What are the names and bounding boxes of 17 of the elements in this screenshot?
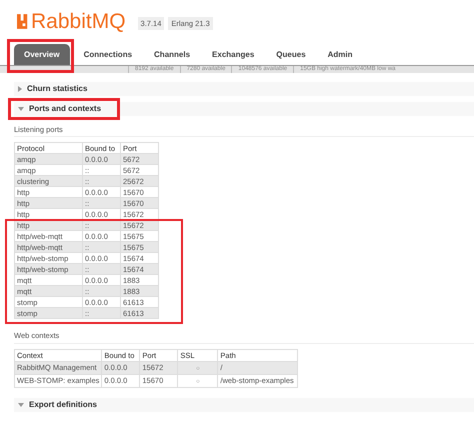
disclosure-triangle-icon bbox=[18, 107, 24, 111]
disclosure-triangle-icon bbox=[18, 86, 22, 92]
section-title: Churn statistics bbox=[27, 83, 88, 95]
nav-tab[interactable]: Channels bbox=[146, 44, 198, 65]
disclosure-triangle-icon bbox=[18, 402, 24, 406]
section-header[interactable]: Ports and contexts bbox=[14, 102, 474, 116]
section-header[interactable]: Export definitions bbox=[14, 398, 474, 412]
logo-text: RabbitMQ bbox=[31, 11, 126, 32]
nav-tab[interactable]: Admin bbox=[320, 44, 361, 65]
section-title: Ports and contexts bbox=[29, 103, 102, 115]
nav-tab[interactable]: Queues bbox=[268, 44, 314, 65]
nav-tab[interactable]: Exchanges bbox=[204, 44, 262, 65]
nav-tab[interactable]: Overview bbox=[14, 44, 70, 65]
nav-tab[interactable]: Connections bbox=[76, 44, 140, 65]
logo-icon bbox=[17, 14, 30, 29]
section-title: Export definitions bbox=[29, 398, 97, 410]
section-header[interactable]: Churn statistics bbox=[14, 82, 474, 96]
